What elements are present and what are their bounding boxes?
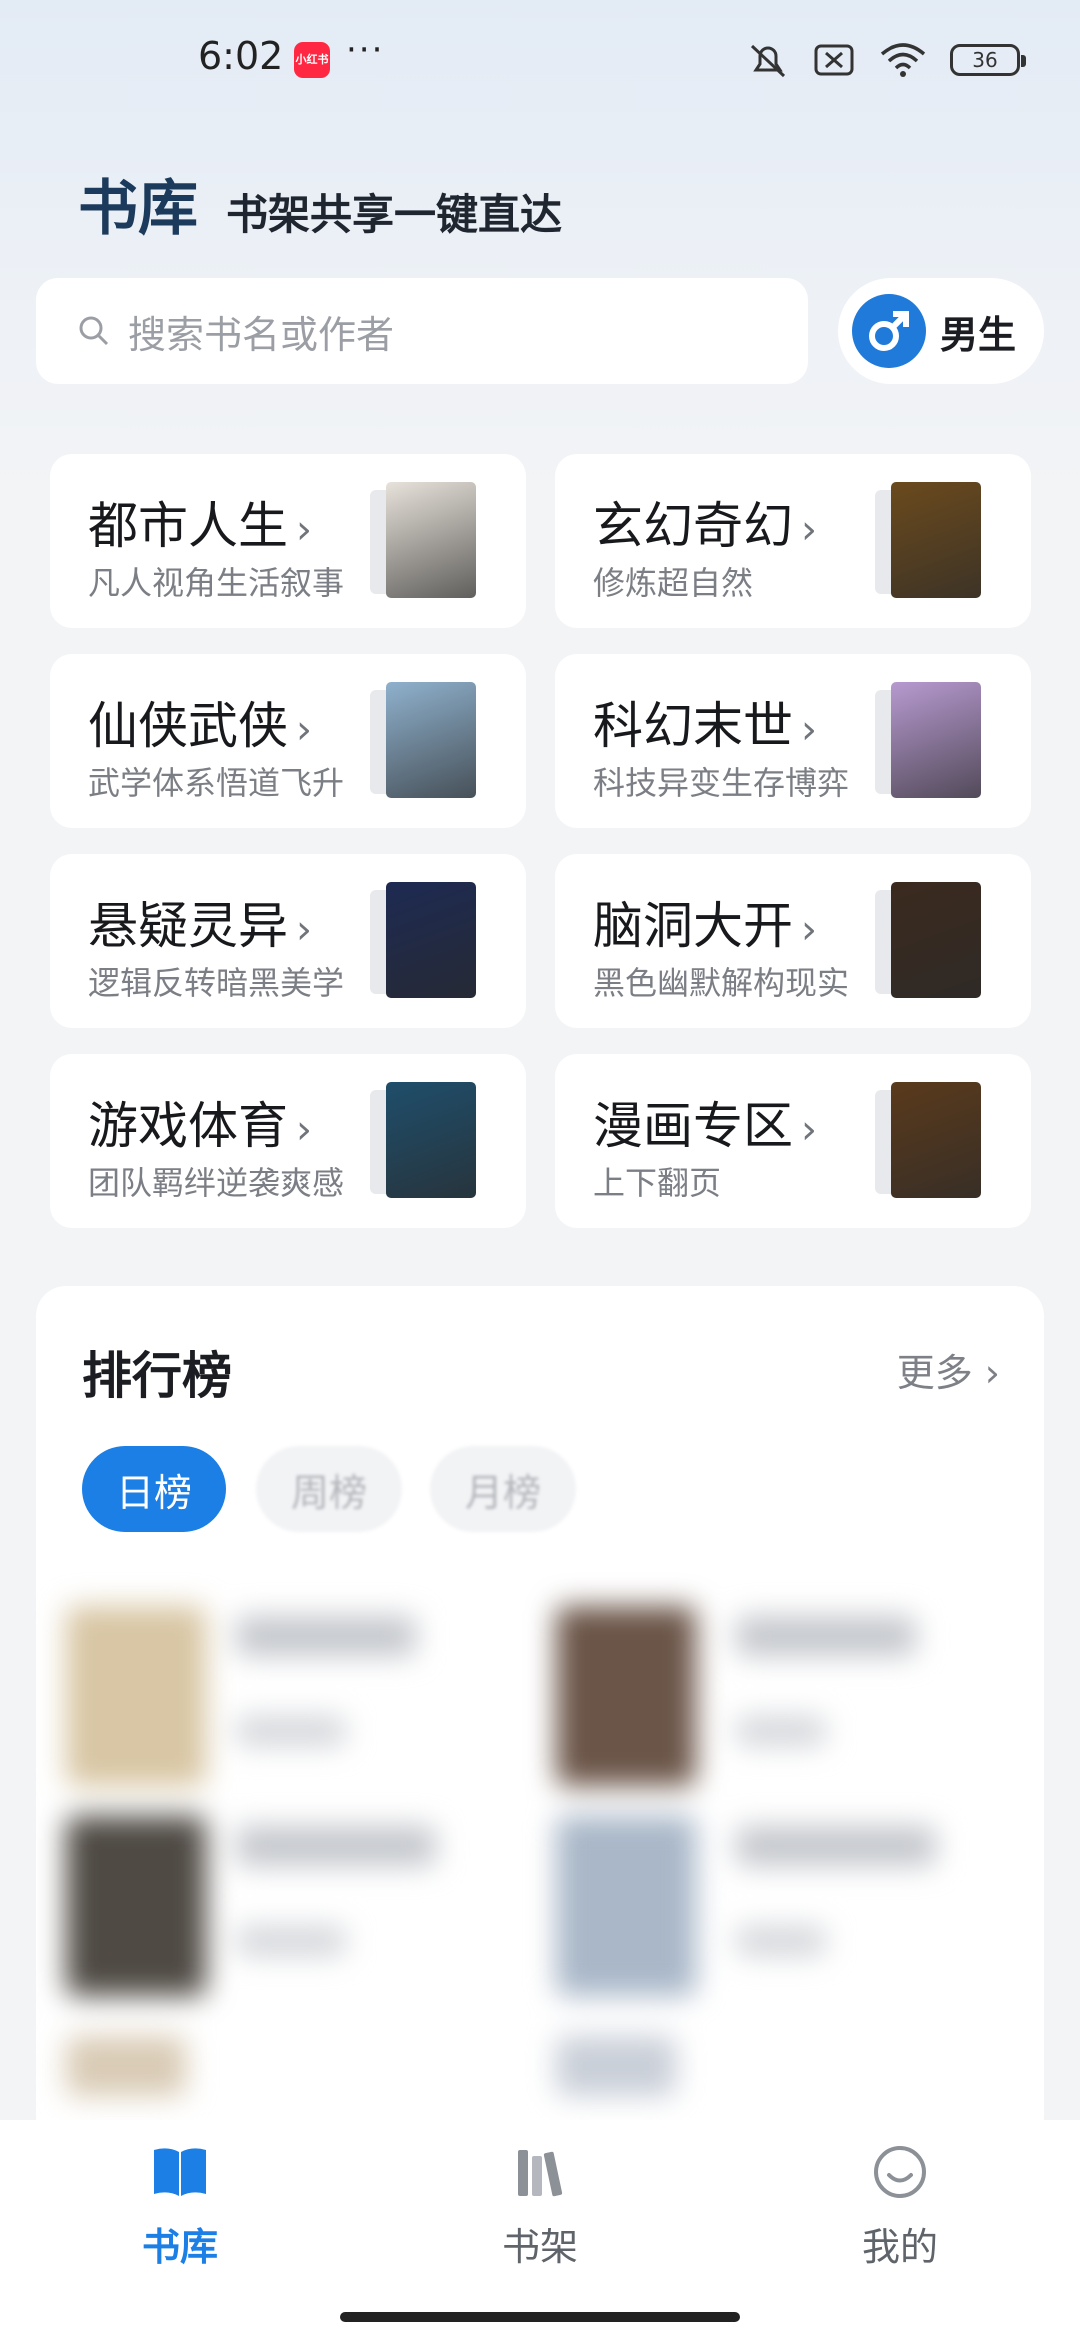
category-card[interactable]: 都市人生 › 凡人视角生活叙事 (50, 454, 526, 628)
book-cover-image (386, 682, 476, 798)
tab-daily[interactable]: 日榜 (82, 1446, 226, 1532)
category-cover (875, 1082, 995, 1200)
category-cover (370, 882, 490, 1000)
chevron-right-icon: › (296, 507, 312, 553)
no-sim-icon (814, 44, 854, 76)
nav-item-mine[interactable]: 我的 (800, 2142, 1000, 2271)
tab-monthly[interactable]: 月榜 (430, 1446, 576, 1532)
category-card[interactable]: 科幻末世 › 科技异变生存博弈 (555, 654, 1031, 828)
category-cover (875, 882, 995, 1000)
nav-label-library: 书库 (141, 2225, 218, 2269)
wifi-icon (880, 43, 926, 77)
category-title: 脑洞大开 › (593, 897, 817, 955)
ranking-title: 排行榜 (82, 1347, 232, 1405)
page-subtitle: 书架共享一键直达 (226, 190, 563, 239)
category-card[interactable]: 玄幻奇幻 › 修炼超自然 (555, 454, 1031, 628)
smiley-icon (874, 2146, 926, 2198)
ranking-card: 排行榜 更多 › 日榜 周榜 月榜 (36, 1286, 1044, 2146)
gender-toggle-button[interactable]: 男生 (838, 278, 1044, 384)
page-header: 书库 书架共享一键直达 (78, 160, 562, 247)
nav-item-library[interactable]: 书库 (80, 2142, 280, 2271)
category-title: 玄幻奇幻 › (593, 497, 817, 555)
category-description: 逻辑反转暗黑美学 (88, 964, 345, 1002)
category-card[interactable]: 脑洞大开 › 黑色幽默解构现实 (555, 854, 1031, 1028)
notification-app-icon: 小红书 (294, 42, 330, 78)
nav-label-bookshelf: 书架 (501, 2225, 578, 2269)
home-indicator[interactable] (340, 2312, 740, 2322)
ranking-list-blurred (36, 1566, 1044, 2146)
chevron-right-icon: › (296, 707, 312, 753)
category-title: 都市人生 › (88, 497, 312, 555)
search-input[interactable]: 搜索书名或作者 (36, 278, 808, 384)
ranking-more-link[interactable]: 更多 › (897, 1342, 1000, 1397)
category-cover (875, 682, 995, 800)
bookshelf-icon (518, 2150, 563, 2197)
category-title: 科幻末世 › (593, 697, 817, 755)
more-notifications-icon: ··· (346, 30, 385, 70)
category-cover (370, 482, 490, 600)
open-book-icon (154, 2148, 206, 2196)
category-description: 黑色幽默解构现实 (593, 964, 850, 1002)
category-description: 团队羁绊逆袭爽感 (88, 1164, 345, 1202)
book-cover-image (891, 682, 981, 798)
category-cover (370, 682, 490, 800)
bottom-nav: 书库 书架 我的 (0, 2120, 1080, 2340)
category-description: 科技异变生存博弈 (593, 764, 850, 802)
book-cover-image (386, 1082, 476, 1198)
page-title: 书库 (78, 174, 198, 244)
category-cover (370, 1082, 490, 1200)
search-icon (79, 316, 109, 346)
chevron-right-icon: › (296, 1107, 312, 1153)
status-time: 6:02 (198, 34, 284, 78)
category-card[interactable]: 悬疑灵异 › 逻辑反转暗黑美学 (50, 854, 526, 1028)
status-bar: 6:02 小红书 ··· 36 (0, 0, 1080, 120)
chevron-right-icon: › (801, 1107, 817, 1153)
category-title: 仙侠武侠 › (88, 697, 312, 755)
status-icons: 36 (746, 40, 1026, 80)
category-card[interactable]: 漫画专区 › 上下翻页 (555, 1054, 1031, 1228)
book-cover-image (891, 1082, 981, 1198)
tab-weekly[interactable]: 周榜 (256, 1446, 402, 1532)
book-cover-image (386, 882, 476, 998)
category-title: 漫画专区 › (593, 1097, 817, 1155)
category-cover (875, 482, 995, 600)
gender-label: 男生 (940, 312, 1017, 357)
nav-item-bookshelf[interactable]: 书架 (440, 2142, 640, 2271)
nav-label-mine: 我的 (861, 2225, 938, 2269)
category-description: 上下翻页 (593, 1164, 722, 1202)
chevron-right-icon: › (801, 707, 817, 753)
chevron-right-icon: › (801, 907, 817, 953)
category-card[interactable]: 游戏体育 › 团队羁绊逆袭爽感 (50, 1054, 526, 1228)
chevron-right-icon: › (296, 907, 312, 953)
book-cover-image (386, 482, 476, 598)
search-placeholder: 搜索书名或作者 (128, 312, 395, 357)
battery-icon: 36 (950, 44, 1026, 76)
category-title: 游戏体育 › (88, 1097, 312, 1155)
chevron-right-icon: › (801, 507, 817, 553)
category-title: 悬疑灵异 › (88, 897, 312, 955)
book-cover-image (891, 482, 981, 598)
category-description: 武学体系悟道飞升 (88, 764, 345, 802)
category-description: 修炼超自然 (593, 564, 754, 602)
book-cover-image (891, 882, 981, 998)
male-symbol-icon (852, 294, 926, 368)
category-description: 凡人视角生活叙事 (88, 564, 345, 602)
mute-bell-icon (750, 44, 786, 78)
category-card[interactable]: 仙侠武侠 › 武学体系悟道飞升 (50, 654, 526, 828)
